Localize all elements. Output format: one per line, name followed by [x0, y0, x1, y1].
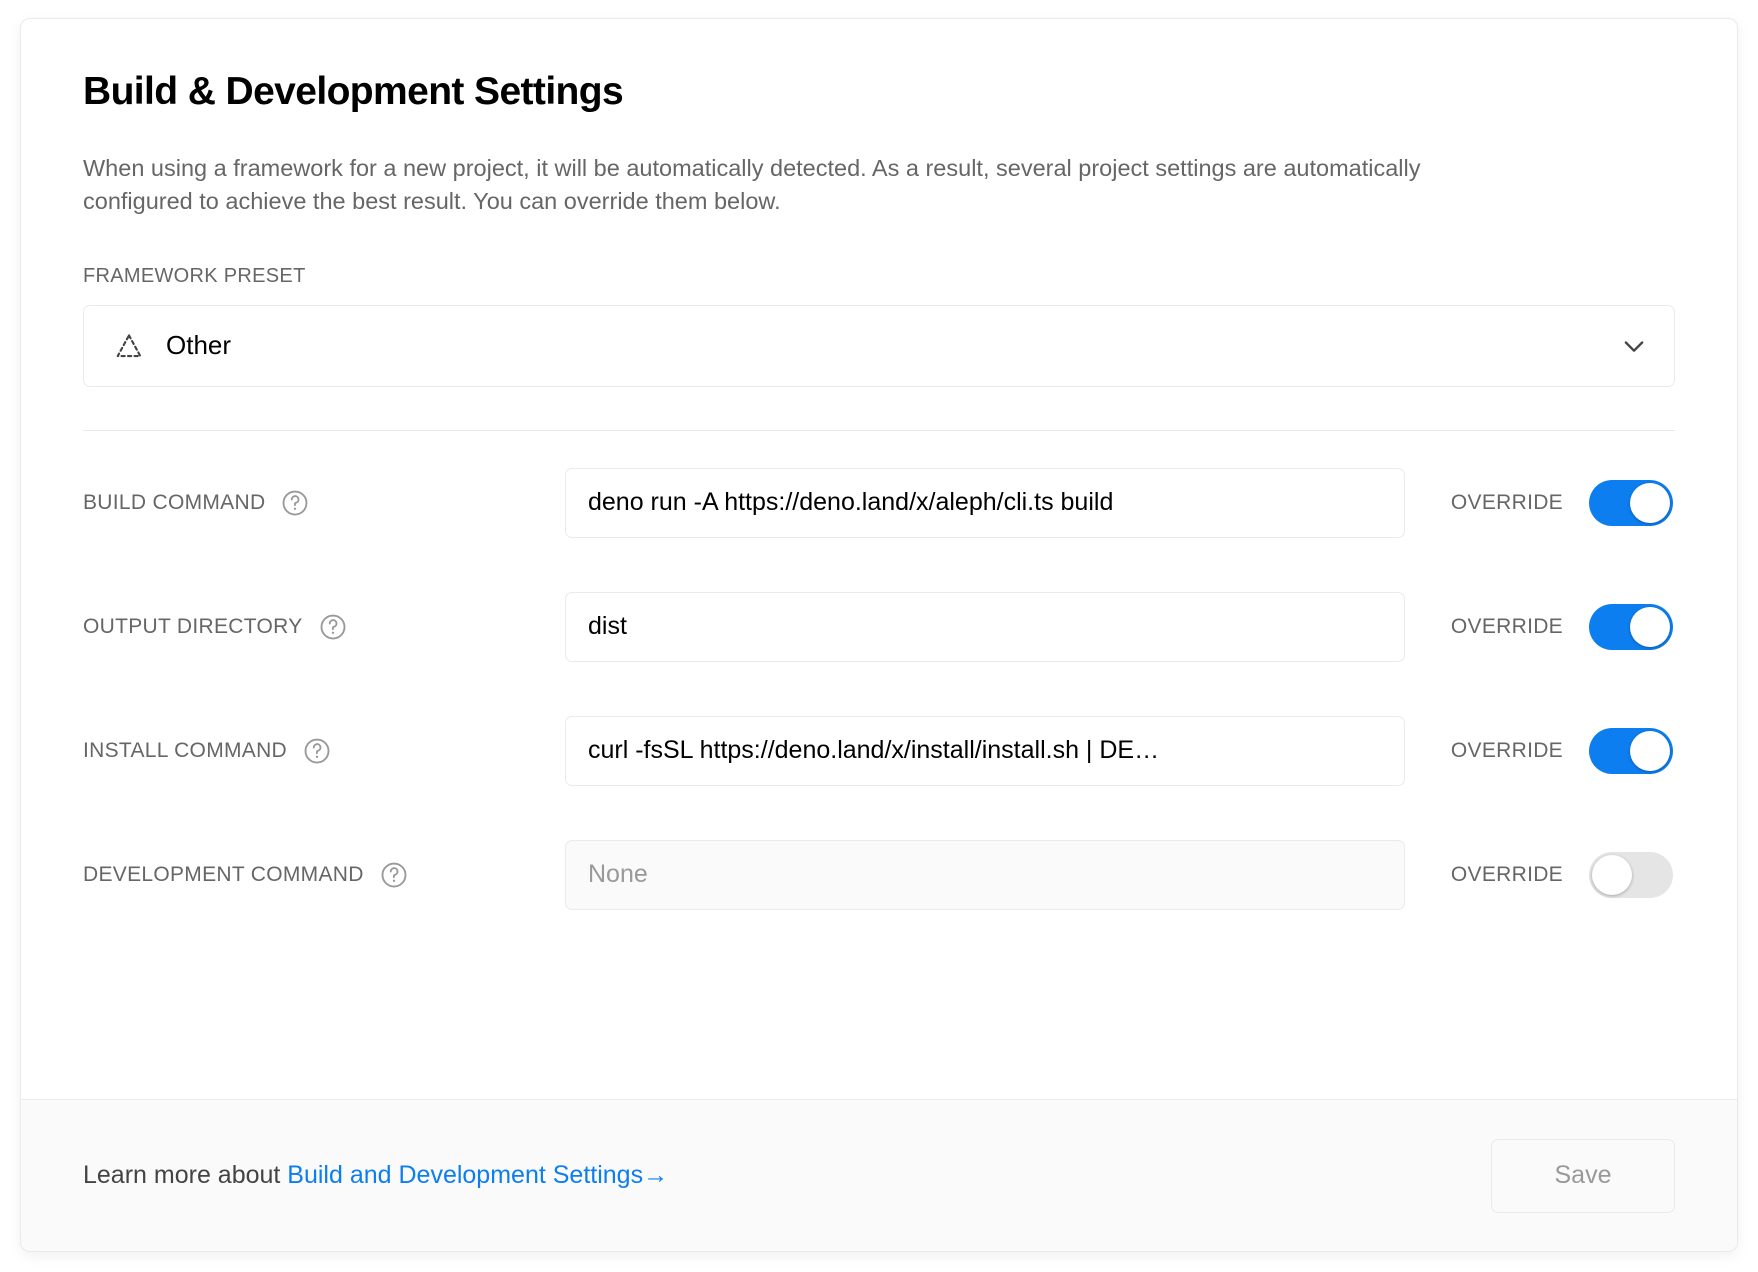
development-command-placeholder: None — [588, 860, 648, 889]
framework-preset-value-group: Other — [114, 330, 1620, 361]
install-command-value: curl -fsSL https://deno.land/x/install/i… — [588, 736, 1160, 765]
output-directory-override-group: OVERRIDE — [1405, 603, 1675, 650]
install-command-override-group: OVERRIDE — [1405, 727, 1675, 774]
page-root: Build & Development Settings When using … — [0, 0, 1758, 1272]
question-mark-circle-icon[interactable] — [280, 488, 310, 518]
output-directory-label: OUTPUT DIRECTORY — [83, 614, 303, 638]
toggle-knob — [1592, 854, 1632, 895]
build-settings-card: Build & Development Settings When using … — [20, 18, 1738, 1252]
row-label-group: BUILD COMMAND — [83, 488, 565, 518]
install-command-override-label: OVERRIDE — [1450, 738, 1563, 762]
framework-preset-selected: Other — [166, 330, 232, 361]
build-and-development-settings-link[interactable]: Build and Development Settings — [287, 1161, 643, 1189]
page-title: Build & Development Settings — [83, 70, 624, 113]
install-command-label: INSTALL COMMAND — [83, 738, 288, 762]
dashed-triangle-icon — [114, 331, 144, 361]
settings-rows: BUILD COMMAND deno run -A https://deno.l… — [83, 441, 1675, 937]
development-command-override-group: OVERRIDE — [1405, 851, 1675, 898]
learn-more-text: Learn more about Build and Development S… — [83, 1161, 668, 1190]
development-command-label: DEVELOPMENT COMMAND — [83, 862, 364, 886]
chevron-down-icon[interactable] — [1620, 332, 1648, 360]
card-body: Build & Development Settings When using … — [21, 19, 1737, 1099]
row-label-group: INSTALL COMMAND — [83, 736, 565, 766]
output-directory-override-label: OVERRIDE — [1450, 614, 1563, 638]
development-command-override-label: OVERRIDE — [1450, 862, 1563, 886]
output-directory-value: dist — [588, 612, 627, 641]
learn-more-prefix: Learn more about — [83, 1161, 288, 1189]
toggle-knob — [1630, 606, 1670, 647]
card-footer: Learn more about Build and Development S… — [21, 1099, 1737, 1251]
setting-row-install-command: INSTALL COMMAND curl -fsSL https://deno.… — [83, 689, 1675, 813]
question-mark-circle-icon[interactable] — [318, 612, 348, 642]
output-directory-input[interactable]: dist — [565, 591, 1405, 662]
question-mark-circle-icon[interactable] — [379, 860, 409, 890]
arrow-right-icon: → — [643, 1161, 669, 1189]
section-divider — [83, 429, 1675, 431]
toggle-knob — [1630, 482, 1670, 523]
development-command-override-toggle[interactable] — [1589, 851, 1673, 898]
setting-row-development-command: DEVELOPMENT COMMAND None OVERRIDE — [83, 813, 1675, 937]
install-command-input[interactable]: curl -fsSL https://deno.land/x/install/i… — [565, 715, 1405, 786]
framework-preset-label: FRAMEWORK PRESET — [83, 264, 306, 287]
framework-preset-select[interactable]: Other — [83, 304, 1675, 387]
build-command-override-group: OVERRIDE — [1405, 479, 1675, 526]
row-label-group: DEVELOPMENT COMMAND — [83, 860, 565, 890]
setting-row-output-directory: OUTPUT DIRECTORY dist OVERRIDE — [83, 565, 1675, 689]
question-mark-circle-icon[interactable] — [302, 736, 332, 766]
development-command-input[interactable]: None — [565, 839, 1405, 910]
setting-row-build-command: BUILD COMMAND deno run -A https://deno.l… — [83, 441, 1675, 565]
build-command-label: BUILD COMMAND — [83, 490, 266, 514]
build-command-value: deno run -A https://deno.land/x/aleph/cl… — [588, 488, 1114, 517]
card-description: When using a framework for a new project… — [83, 154, 1421, 215]
build-command-override-toggle[interactable] — [1589, 479, 1673, 526]
save-button[interactable]: Save — [1491, 1138, 1675, 1213]
row-label-group: OUTPUT DIRECTORY — [83, 612, 565, 642]
build-command-input[interactable]: deno run -A https://deno.land/x/aleph/cl… — [565, 467, 1405, 538]
output-directory-override-toggle[interactable] — [1589, 603, 1673, 650]
build-command-override-label: OVERRIDE — [1450, 490, 1563, 514]
toggle-knob — [1630, 730, 1670, 771]
install-command-override-toggle[interactable] — [1589, 727, 1673, 774]
